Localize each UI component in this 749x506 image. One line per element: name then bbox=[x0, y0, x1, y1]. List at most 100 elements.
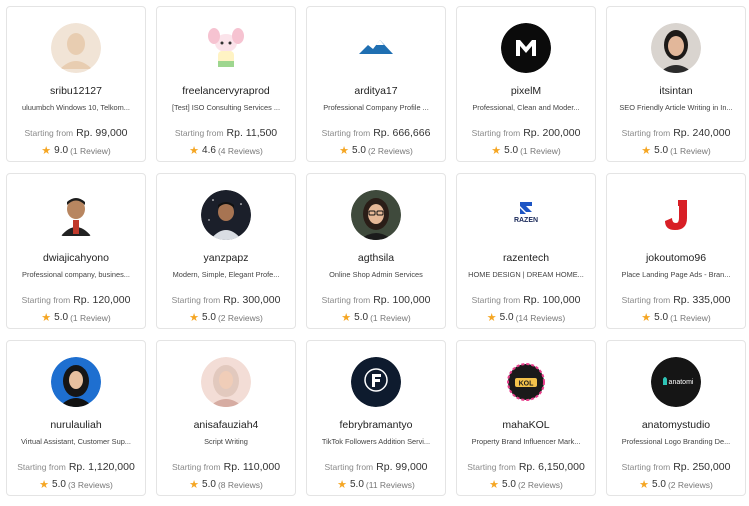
username[interactable]: pixelM bbox=[511, 85, 541, 97]
starting-from-label: Starting from bbox=[17, 462, 66, 472]
anatomy-logo-avatar: anatomi bbox=[651, 357, 701, 407]
freelancer-card[interactable]: agthsila Online Shop Admin Services Star… bbox=[306, 173, 446, 329]
freelancer-card[interactable]: febrybramantyo TikTok Followers Addition… bbox=[306, 340, 446, 496]
starting-from-label: Starting from bbox=[171, 295, 221, 305]
freelancer-card[interactable]: sribu12127 uluumbch Windows 10, Telkom..… bbox=[6, 6, 146, 162]
username[interactable]: yanzpapz bbox=[204, 252, 249, 264]
starting-from-label: Starting from bbox=[621, 462, 671, 472]
freelancer-card[interactable]: KOL mahaKOL Property Brand Influencer Ma… bbox=[456, 340, 596, 496]
price-row: Starting from Rp. 250,000 bbox=[622, 461, 731, 473]
service-description: SEO Friendly Article Writing in In... bbox=[619, 103, 733, 112]
username[interactable]: febrybramantyo bbox=[340, 419, 413, 431]
star-icon: ★ bbox=[341, 312, 352, 324]
freelancer-card[interactable]: arditya17 Professional Company Profile .… bbox=[306, 6, 446, 162]
username[interactable]: itsintan bbox=[659, 85, 692, 97]
price-row: Starting from Rp. 99,000 bbox=[324, 461, 427, 473]
starting-from-label: Starting from bbox=[171, 462, 221, 472]
rating-value: 9.0 bbox=[54, 145, 69, 156]
rating-row: ★ 5.0 (14 Reviews) bbox=[487, 311, 565, 324]
starting-from-label: Starting from bbox=[21, 295, 71, 305]
username[interactable]: dwiajicahyono bbox=[43, 252, 109, 264]
service-description: Virtual Assistant, Customer Sup... bbox=[21, 437, 131, 446]
cartoon-mascot-avatar bbox=[201, 23, 251, 73]
freelancer-card[interactable]: anisafauziah4 Script Writing Starting fr… bbox=[156, 340, 296, 496]
username[interactable]: freelancervyraprod bbox=[182, 85, 270, 97]
price: Rp. 100,000 bbox=[373, 294, 431, 306]
username[interactable]: nurulauliah bbox=[50, 419, 101, 431]
rating-row: ★ 5.0 (2 Reviews) bbox=[639, 478, 713, 491]
review-count: (4 Reviews) bbox=[217, 145, 263, 156]
starting-from-label: Starting from bbox=[621, 295, 671, 305]
rating-row: ★ 5.0 (1 Review) bbox=[41, 311, 110, 324]
review-count: (1 Review) bbox=[70, 145, 111, 156]
service-description: Modern, Simple, Elegant Profe... bbox=[172, 270, 280, 279]
man-photo-avatar bbox=[51, 190, 101, 240]
starting-from-label: Starting from bbox=[467, 462, 516, 472]
price: Rp. 335,000 bbox=[673, 294, 731, 306]
freelancer-grid: sribu12127 uluumbch Windows 10, Telkom..… bbox=[6, 6, 746, 496]
rating-value: 5.0 bbox=[654, 145, 669, 156]
username[interactable]: mahaKOL bbox=[502, 419, 549, 431]
username[interactable]: sribu12127 bbox=[50, 85, 102, 97]
price-row: Starting from Rp. 120,000 bbox=[22, 294, 131, 306]
username[interactable]: agthsila bbox=[358, 252, 394, 264]
review-count: (11 Reviews) bbox=[365, 479, 415, 490]
freelancer-card[interactable]: RAZEN razentech HOME DESIGN | DREAM HOME… bbox=[456, 173, 596, 329]
rating-value: 5.0 bbox=[652, 479, 666, 490]
price-row: Starting from Rp. 100,000 bbox=[472, 294, 581, 306]
star-icon: ★ bbox=[337, 479, 347, 491]
price-row: Starting from Rp. 240,000 bbox=[622, 127, 731, 139]
starting-from-label: Starting from bbox=[324, 462, 374, 472]
star-icon: ★ bbox=[339, 145, 350, 157]
rating-row: ★ 4.6 (4 Reviews) bbox=[189, 144, 263, 157]
username[interactable]: anisafauziah4 bbox=[194, 419, 259, 431]
freelancer-card[interactable]: freelancervyraprod [Test] ISO Consulting… bbox=[156, 6, 296, 162]
freelancer-card[interactable]: nurulauliah Virtual Assistant, Customer … bbox=[6, 340, 146, 496]
svg-text:anatomi: anatomi bbox=[669, 379, 694, 386]
freelancer-card[interactable]: pixelM Professional, Clean and Moder... … bbox=[456, 6, 596, 162]
username[interactable]: arditya17 bbox=[354, 85, 397, 97]
freelancer-card[interactable]: itsintan SEO Friendly Article Writing in… bbox=[606, 6, 746, 162]
rating-row: ★ 5.0 (1 Review) bbox=[641, 311, 710, 324]
starting-from-label: Starting from bbox=[471, 295, 521, 305]
woman-photo-avatar bbox=[651, 23, 701, 73]
star-icon: ★ bbox=[189, 479, 200, 491]
username[interactable]: anatomystudio bbox=[642, 419, 710, 431]
review-count: (1 Review) bbox=[70, 312, 111, 323]
price-row: Starting from Rp. 200,000 bbox=[472, 127, 581, 139]
price: Rp. 100,000 bbox=[523, 294, 581, 306]
rating-value: 5.0 bbox=[352, 145, 366, 156]
rating-value: 5.0 bbox=[52, 479, 66, 490]
f-logo-avatar bbox=[351, 357, 401, 407]
service-description: TikTok Followers Addition Servi... bbox=[321, 437, 431, 446]
username[interactable]: razentech bbox=[503, 252, 549, 264]
freelancer-card[interactable]: dwiajicahyono Professional company, busi… bbox=[6, 173, 146, 329]
rating-row: ★ 5.0 (2 Reviews) bbox=[339, 144, 413, 157]
price: Rp. 240,000 bbox=[673, 127, 731, 139]
price-row: Starting from Rp. 110,000 bbox=[172, 461, 280, 473]
rating-value: 5.0 bbox=[654, 312, 669, 323]
price-row: Starting from Rp. 300,000 bbox=[172, 294, 281, 306]
price-row: Starting from Rp. 1,120,000 bbox=[17, 461, 135, 473]
service-description: HOME DESIGN | DREAM HOME... bbox=[468, 270, 584, 279]
review-count: (2 Reviews) bbox=[217, 312, 263, 323]
username[interactable]: jokoutomo96 bbox=[646, 252, 706, 264]
review-count: (2 Reviews) bbox=[517, 479, 563, 490]
price: Rp. 250,000 bbox=[673, 461, 731, 473]
rating-row: ★ 5.0 (1 Review) bbox=[491, 144, 560, 157]
astronaut-avatar bbox=[201, 190, 251, 240]
rating-row: ★ 5.0 (11 Reviews) bbox=[337, 478, 415, 491]
price-row: Starting from Rp. 100,000 bbox=[322, 294, 431, 306]
freelancer-card[interactable]: anatomi anatomystudio Professional Logo … bbox=[606, 340, 746, 496]
freelancer-card[interactable]: yanzpapz Modern, Simple, Elegant Profe..… bbox=[156, 173, 296, 329]
freelancer-card[interactable]: jokoutomo96 Place Landing Page Ads - Bra… bbox=[606, 173, 746, 329]
star-icon: ★ bbox=[639, 479, 650, 491]
rating-row: ★ 5.0 (8 Reviews) bbox=[189, 478, 263, 491]
rating-value: 4.6 bbox=[202, 145, 216, 156]
hijab-woman-avatar bbox=[51, 357, 101, 407]
service-description: uluumbch Windows 10, Telkom... bbox=[22, 103, 130, 112]
star-icon: ★ bbox=[189, 312, 200, 324]
woman-pink-avatar bbox=[201, 357, 251, 407]
rating-value: 5.0 bbox=[504, 145, 519, 156]
rating-value: 5.0 bbox=[54, 312, 69, 323]
